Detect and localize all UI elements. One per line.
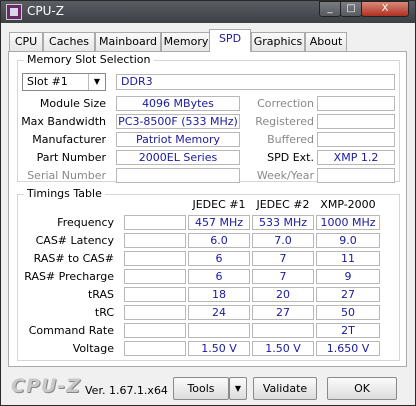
title-bar[interactable]: CPU-Z _ □ X [1,1,415,23]
registered-value [317,114,395,129]
timing-cell: 27 [316,287,380,302]
timing-unused-cell [124,287,186,302]
maximize-button[interactable]: □ [340,1,362,17]
buffered-label: Buffered [267,133,314,146]
timing-cell: 533 MHz [252,215,314,230]
cpuz-window: CPU-Z _ □ X CPU Caches Mainboard Memory … [0,0,416,406]
cpuz-logo: CPU-Z [11,375,81,397]
timing-unused-cell [124,341,186,356]
tab-about[interactable]: About [305,32,347,51]
serial-number-label: Serial Number [27,169,106,182]
max-bandwidth-label: Max Bandwidth [21,115,106,128]
chevron-down-icon: ▼ [88,74,105,90]
timing-cell: 7 [252,251,314,266]
timing-cell: 6 [188,269,250,284]
part-number-label: Part Number [36,151,106,164]
timing-cell: 24 [188,305,250,320]
version-text: Ver. 1.67.1.x64 [85,384,168,397]
tools-button[interactable]: Tools [173,377,229,400]
serial-number-value [116,168,240,183]
frequency-label: Frequency [57,216,114,229]
ras-precharge-label: RAS# Precharge [24,270,114,283]
timing-cell: 1.50 V [188,341,250,356]
spd-ext-value: XMP 1.2 [317,150,395,165]
week-year-label: Week/Year [256,169,314,182]
timing-cell: 20 [252,287,314,302]
col-jedec2: JEDEC #2 [256,198,310,211]
ras-to-cas-label: RAS# to CAS# [33,252,114,265]
timing-unused-cell [124,251,186,266]
memory-slot-group: Memory Slot Selection Slot #1 ▼ DDR3 Mod… [17,53,400,183]
window-title: CPU-Z [27,4,64,18]
memory-slot-group-title: Memory Slot Selection [24,53,154,66]
timing-cell: 6 [188,251,250,266]
cpuz-app-icon [6,4,22,20]
timings-group: Timings Table JEDEC #1 JEDEC #2 XMP-2000… [17,187,400,361]
spd-panel: Memory Slot Selection Slot #1 ▼ DDR3 Mod… [8,51,407,367]
col-xmp2000: XMP-2000 [320,198,376,211]
command-rate-label: Command Rate [28,324,114,337]
validate-button[interactable]: Validate [253,377,317,400]
timing-cell [252,323,314,338]
timing-cell: 27 [252,305,314,320]
tab-cpu[interactable]: CPU [9,32,43,51]
part-number-value: 2000EL Series [116,150,240,165]
tab-graphics[interactable]: Graphics [251,32,305,51]
close-button[interactable]: X [361,1,409,17]
manufacturer-value: Patriot Memory [116,132,240,147]
timing-cell: 7 [252,269,314,284]
correction-label: Correction [257,97,314,110]
tab-memory[interactable]: Memory [161,32,211,51]
week-year-value [317,168,395,183]
timing-cell: 6.0 [188,233,250,248]
tab-mainboard[interactable]: Mainboard [95,32,161,51]
module-size-value: 4096 MBytes [116,96,240,111]
timing-unused-cell [124,305,186,320]
timing-cell: 1000 MHz [316,215,380,230]
manufacturer-label: Manufacturer [32,133,106,146]
tras-label: tRAS [87,288,114,301]
timing-cell: 18 [188,287,250,302]
tools-dropdown-button[interactable]: ▼ [229,377,247,400]
tab-spd[interactable]: SPD [209,29,251,52]
ok-button[interactable]: OK [327,377,397,400]
timing-cell: 7.0 [252,233,314,248]
minimize-button[interactable]: _ [319,1,341,17]
slot-select-value: Slot #1 [27,75,68,88]
spd-ext-label: SPD Ext. [267,151,314,164]
col-jedec1: JEDEC #1 [192,198,246,211]
voltage-label: Voltage [72,342,114,355]
trc-label: tRC [94,306,114,319]
slot-select[interactable]: Slot #1 ▼ [22,73,106,91]
timing-cell: 11 [316,251,380,266]
timing-cell: 50 [316,305,380,320]
timing-cell: 9.0 [316,233,380,248]
timing-cell: 9 [316,269,380,284]
timing-cell: 1.650 V [316,341,380,356]
timings-group-title: Timings Table [24,187,105,200]
max-bandwidth-value: PC3-8500F (533 MHz) [116,114,240,129]
correction-value [317,96,395,111]
cas-latency-label: CAS# Latency [35,234,114,247]
timing-unused-cell [124,233,186,248]
timing-cell [188,323,250,338]
timing-unused-cell [124,215,186,230]
buffered-value [317,132,395,147]
memory-type-field: DDR3 [116,74,395,90]
module-size-label: Module Size [39,97,106,110]
timing-cell: 457 MHz [188,215,250,230]
chevron-down-icon: ▼ [234,384,242,393]
registered-label: Registered [255,115,314,128]
timing-cell: 1.50 V [252,341,314,356]
timing-cell: 2T [316,323,380,338]
timing-unused-cell [124,269,186,284]
tab-caches[interactable]: Caches [43,32,95,51]
timing-unused-cell [124,323,186,338]
